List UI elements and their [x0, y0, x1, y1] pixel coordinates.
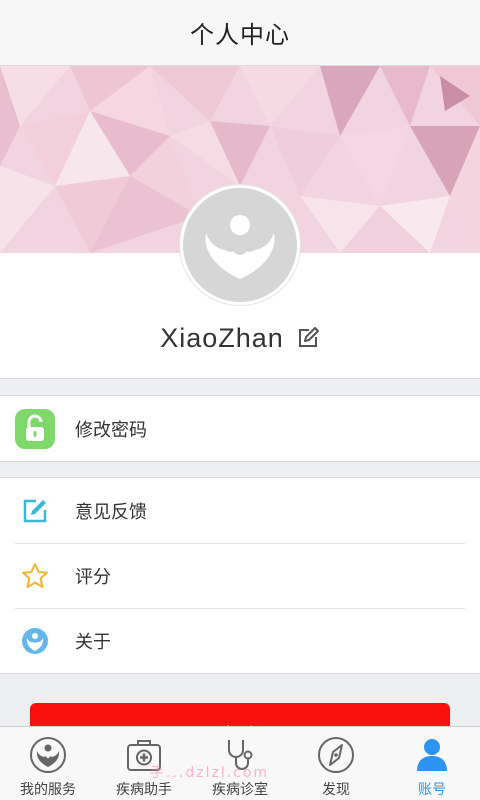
menu-item-label: 评分: [75, 566, 111, 588]
avatar[interactable]: [180, 185, 300, 305]
menu-item-label: 修改密码: [75, 419, 147, 441]
tab-label: 疾病助手: [116, 782, 172, 798]
info-group: 意见反馈 评分 关于: [0, 477, 480, 674]
feedback-edit-icon: [14, 490, 56, 532]
bottom-tab-bar: 我的服务 疾病助手 疾病诊室 发现 账号: [0, 726, 480, 800]
title-bar: 个人中心: [0, 0, 480, 66]
tab-label: 发现: [322, 782, 350, 798]
tab-disease-assistant[interactable]: 疾病助手: [96, 727, 192, 800]
unlock-icon: [14, 408, 56, 450]
page-title: 个人中心: [190, 21, 290, 49]
compass-icon: [316, 735, 356, 775]
menu-item-about[interactable]: 关于: [0, 608, 480, 673]
username-row: XiaoZhan: [0, 318, 480, 358]
tab-discover[interactable]: 发现: [288, 727, 384, 800]
security-group: 修改密码: [0, 395, 480, 462]
app-logo-icon: [205, 215, 275, 279]
edit-name-icon[interactable]: [296, 326, 320, 350]
tab-label: 账号: [418, 782, 446, 798]
tab-my-service[interactable]: 我的服务: [0, 727, 96, 800]
username: XiaoZhan: [160, 322, 284, 353]
about-logo-icon: [14, 620, 56, 662]
stethoscope-icon: [220, 735, 260, 775]
medical-kit-icon: [124, 735, 164, 775]
menu-item-label: 意见反馈: [75, 501, 147, 523]
menu-item-rate[interactable]: 评分: [0, 543, 480, 608]
menu-item-change-password[interactable]: 修改密码: [0, 396, 480, 461]
menu-item-label: 关于: [75, 631, 111, 653]
menu-item-feedback[interactable]: 意见反馈: [0, 478, 480, 543]
tab-label: 疾病诊室: [212, 782, 268, 798]
tab-disease-clinic[interactable]: 疾病诊室: [192, 727, 288, 800]
tab-label: 我的服务: [20, 782, 76, 798]
tab-account[interactable]: 账号: [384, 727, 480, 800]
account-icon: [412, 735, 452, 775]
service-logo-icon: [28, 735, 68, 775]
star-icon: [14, 555, 56, 597]
